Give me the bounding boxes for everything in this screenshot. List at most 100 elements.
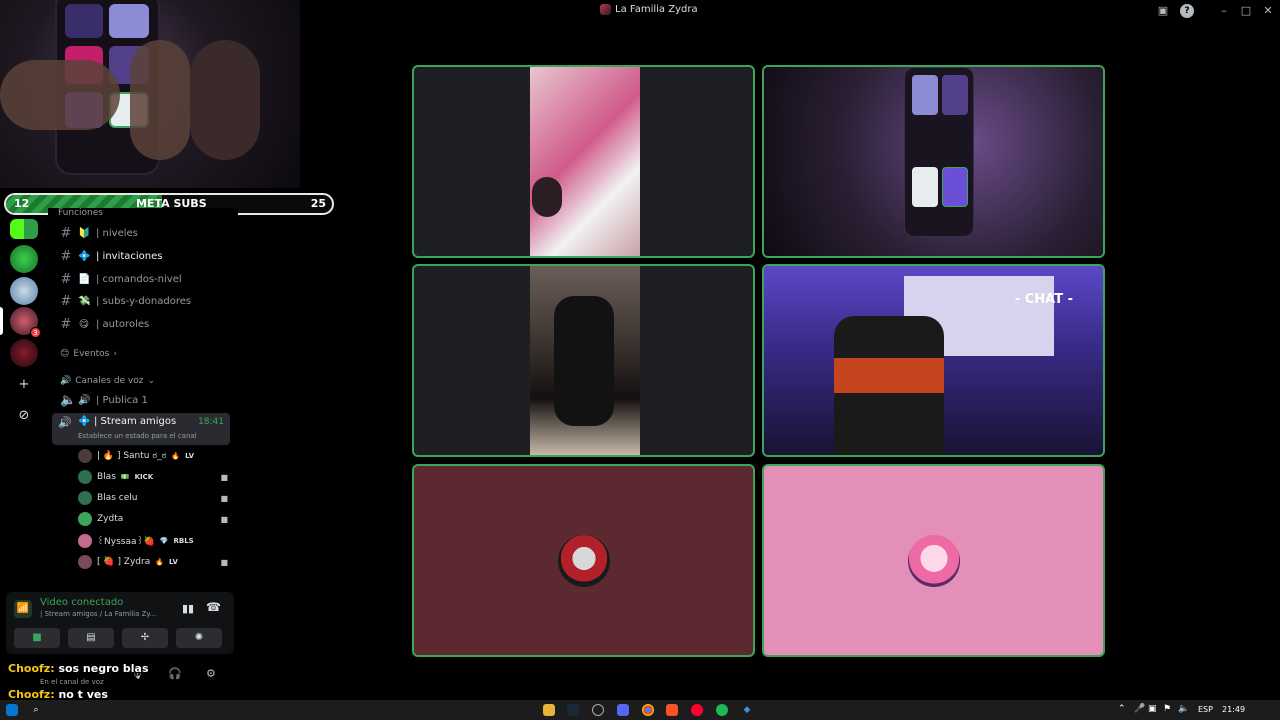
server-selected-pill xyxy=(0,307,3,335)
app-icon[interactable]: ◆ xyxy=(741,704,753,716)
minimize-button[interactable]: – xyxy=(1217,4,1231,18)
server-dark[interactable] xyxy=(10,339,38,367)
events-button[interactable]: 😊 Eventos › xyxy=(60,349,117,359)
video-person xyxy=(554,296,614,426)
maximize-button[interactable]: □ xyxy=(1239,4,1253,18)
video-tile-avatar[interactable] xyxy=(762,464,1105,657)
chrome-icon[interactable] xyxy=(642,704,654,716)
voice-user[interactable]: | 🔥 ] Santu ಠ_ಠ 🔥 LV xyxy=(78,447,228,465)
voice-status: Video conectado xyxy=(40,597,124,608)
voice-category[interactable]: 🔊 Canales de voz ⌄ xyxy=(60,376,155,386)
category-funciones[interactable]: Funciones xyxy=(58,208,103,218)
channel-emoji-icon: 😋 xyxy=(78,318,90,330)
windows-start-icon[interactable] xyxy=(6,704,18,716)
voice-user[interactable]: ꒰Nyssaa꒱🍓 💎 RBLS xyxy=(78,532,228,550)
activity-button[interactable]: ✢ xyxy=(122,628,168,648)
obs-icon[interactable] xyxy=(592,704,604,716)
disconnect-icon[interactable]: ☎ xyxy=(206,600,221,614)
channel-emoji-icon: 💸 xyxy=(78,295,91,307)
search-icon[interactable]: ⌕ xyxy=(30,704,42,716)
language-indicator[interactable]: ESP xyxy=(1198,705,1213,714)
tray-chevron-icon[interactable]: ⌃ xyxy=(1118,704,1126,714)
taskbar-clock[interactable]: 21:49 xyxy=(1222,705,1245,714)
soundboard-button[interactable]: ✺ xyxy=(176,628,222,648)
app-root: La Familia Zydra ▣ ? – □ ✕ 12 META SUBS … xyxy=(0,0,1280,720)
voice-user-tag-icon: 🔥 xyxy=(171,452,181,460)
headphones-icon[interactable]: 🎧 xyxy=(168,667,182,680)
server-cartoon[interactable] xyxy=(10,277,38,305)
spotify-icon[interactable] xyxy=(716,704,728,716)
diamond-icon: 💠 xyxy=(78,416,91,427)
voice-user-name: Zydta xyxy=(97,514,124,524)
text-channel[interactable]: # 💸 | subs-y-donadores xyxy=(56,291,234,311)
voice-user-tag-icon: 🔥 xyxy=(155,558,164,566)
server-notification-badge: 3 xyxy=(30,327,41,338)
channel-emoji-icon: 📄 xyxy=(78,273,91,285)
brave-icon[interactable] xyxy=(666,704,678,716)
screen-share-button[interactable]: ▤ xyxy=(68,628,114,648)
meta-subs-goal: 25 xyxy=(310,197,326,210)
phone-app-tile xyxy=(65,4,103,38)
settings-gear-icon[interactable]: ⚙ xyxy=(206,667,216,680)
voice-user[interactable]: Blas celu ■ xyxy=(78,489,228,507)
server-kick[interactable] xyxy=(10,219,38,239)
webcam-overlay xyxy=(0,0,300,188)
inbox-icon[interactable]: ▣ xyxy=(1156,4,1170,18)
camera-button[interactable]: ■ xyxy=(14,628,60,648)
text-channel[interactable]: # 🔰 | niveles xyxy=(56,223,234,243)
chat-nick: Choofz: xyxy=(8,662,55,675)
voice-user-tag: RBLS xyxy=(173,537,194,545)
stream-chat-label: - CHAT - xyxy=(1014,292,1073,307)
voice-channel-status[interactable]: Establece un estado para el canal xyxy=(78,432,197,440)
text-channel[interactable]: # 😋 | autoroles xyxy=(56,314,234,334)
signal-icon[interactable]: 📶 xyxy=(14,600,32,618)
voice-user[interactable]: [ 🍓 ] Zydra 🔥 LV ■ xyxy=(78,553,228,571)
text-channel-label: | comandos-nivel xyxy=(96,273,182,285)
text-channel[interactable]: # 📄 | comandos-nivel xyxy=(56,269,234,289)
volume-icon[interactable]: 🔈 xyxy=(1178,704,1189,714)
channel-emoji-icon: 💠 xyxy=(78,250,91,262)
window-title: La Familia Zydra xyxy=(600,4,698,15)
file-explorer-icon[interactable] xyxy=(543,704,555,716)
video-tile-avatar[interactable] xyxy=(412,464,755,657)
tray-app-icon[interactable]: ▣ xyxy=(1148,704,1157,714)
discover-icon[interactable]: ⊘ xyxy=(14,406,34,426)
events-icon: 😊 xyxy=(60,349,70,359)
hashtag-icon: # xyxy=(60,316,72,332)
speaker-icon: 🔊 xyxy=(78,394,91,406)
avatar xyxy=(78,491,92,505)
noise-suppression-icon[interactable]: ▮▮ xyxy=(182,602,194,615)
events-label: Eventos xyxy=(73,349,110,359)
voice-channel-label: | Publica 1 xyxy=(96,394,148,406)
video-phone-app xyxy=(912,75,938,115)
video-tile[interactable] xyxy=(412,264,755,457)
voice-user[interactable]: Zydta ■ xyxy=(78,510,228,528)
close-button[interactable]: ✕ xyxy=(1261,4,1275,18)
youtube-icon[interactable] xyxy=(691,704,703,716)
discord-icon[interactable] xyxy=(617,704,629,716)
voice-channel-path[interactable]: | Stream amigos / La Familia Zy... xyxy=(40,610,156,618)
steam-icon[interactable] xyxy=(567,704,579,716)
video-tile[interactable]: - CHAT - xyxy=(762,264,1105,457)
network-icon[interactable]: ⚑ xyxy=(1163,704,1171,714)
voice-channel-stream-amigos[interactable]: 🔊 💠 | Stream amigos 18:41 Establece un e… xyxy=(52,413,230,445)
taskbar: ⌕ ◆ ⌃ 🎤 ▣ ⚑ 🔈 ESP 21:49 xyxy=(0,700,1280,720)
voice-category-label: Canales de voz xyxy=(75,376,144,386)
server-frog[interactable] xyxy=(10,245,38,273)
video-tile[interactable] xyxy=(762,65,1105,258)
add-server-icon[interactable]: + xyxy=(14,375,34,395)
voice-user[interactable]: Blas 💵 KICK ■ xyxy=(78,468,228,486)
text-channel-label: | niveles xyxy=(96,227,138,239)
voice-channel-publica[interactable]: 🔈 🔊 | Publica 1 xyxy=(56,390,234,410)
chevron-right-icon: › xyxy=(113,349,117,359)
video-tile[interactable] xyxy=(412,65,755,258)
text-channel-label: | invitaciones xyxy=(96,250,163,262)
text-channel[interactable]: # 💠 | invitaciones xyxy=(56,246,234,266)
voice-user-name: Blas celu xyxy=(97,493,138,503)
user-status: En el canal de voz xyxy=(40,678,104,686)
server-la-familia[interactable]: 3 xyxy=(10,307,41,338)
help-icon[interactable]: ? xyxy=(1180,4,1194,18)
mic-icon[interactable]: 🎤 xyxy=(1134,704,1145,714)
hashtag-icon: # xyxy=(60,248,72,264)
camera-icon: ■ xyxy=(220,557,228,567)
